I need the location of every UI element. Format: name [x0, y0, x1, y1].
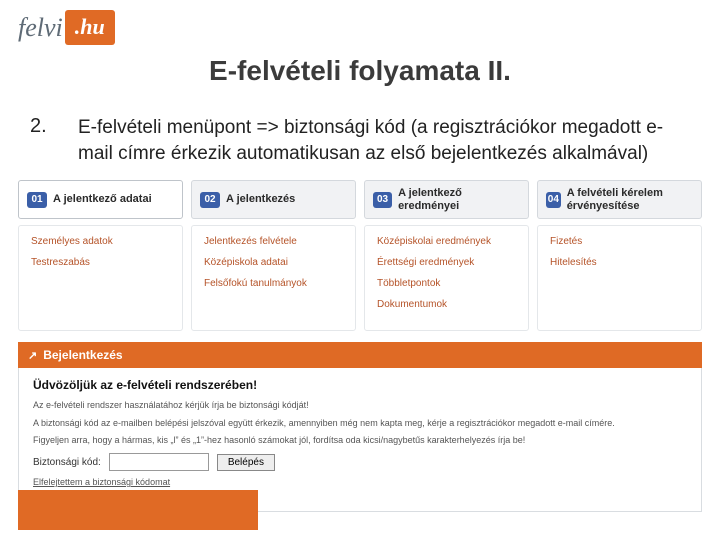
tab-results[interactable]: 03 A jelentkező eredményei — [364, 180, 529, 219]
code-row: Biztonsági kód: Belépés — [33, 453, 687, 471]
tab-application[interactable]: 02 A jelentkezés — [191, 180, 356, 219]
sublink[interactable]: Fizetés — [550, 236, 689, 247]
login-title: Üdvözöljük az e-felvételi rendszerében! — [33, 378, 687, 392]
subtab-columns: Személyes adatok Testreszabás Jelentkezé… — [18, 225, 702, 331]
tab-badge: 01 — [27, 192, 47, 208]
bullet-row: 2. E-felvételi menüpont => biztonsági kó… — [30, 115, 690, 166]
code-label: Biztonsági kód: — [33, 457, 101, 468]
sublink[interactable]: Felsőfokú tanulmányok — [204, 278, 343, 289]
bullet-number: 2. — [30, 115, 60, 166]
tab-badge: 02 — [200, 192, 220, 208]
subcol-3: Középiskolai eredmények Érettségi eredmé… — [364, 225, 529, 331]
logo-word: felvi — [18, 13, 63, 43]
tab-applicant-data[interactable]: 01 A jelentkező adatai — [18, 180, 183, 219]
sublink[interactable]: Középiskola adatai — [204, 257, 343, 268]
arrow-icon: ↗ — [28, 349, 37, 362]
tab-label: A jelentkezés — [226, 193, 295, 206]
tab-badge: 03 — [373, 192, 392, 208]
tabs: 01 A jelentkező adatai 02 A jelentkezés … — [18, 180, 702, 219]
bullet-text: E-felvételi menüpont => biztonsági kód (… — [78, 115, 690, 166]
slide-title: E-felvételi folyamata II. — [0, 55, 720, 87]
logo-suffix: .hu — [65, 10, 115, 45]
login-text-2: A biztonsági kód az e-mailben belépési j… — [33, 418, 687, 430]
sublink[interactable]: Hitelesítés — [550, 257, 689, 268]
subcol-1: Személyes adatok Testreszabás — [18, 225, 183, 331]
footer-accent — [18, 490, 258, 530]
login-text-3: Figyeljen arra, hogy a hármas, kis „l” é… — [33, 435, 687, 447]
sublink[interactable]: Személyes adatok — [31, 236, 170, 247]
tab-label: A jelentkező eredményei — [398, 187, 520, 212]
sublink[interactable]: Dokumentumok — [377, 299, 516, 310]
subcol-4: Fizetés Hitelesítés — [537, 225, 702, 331]
tab-validation[interactable]: 04 A felvételi kérelem érvényesítése — [537, 180, 702, 219]
login-text-1: Az e-felvételi rendszer használatához ké… — [33, 400, 687, 412]
tab-label: A jelentkező adatai — [53, 193, 152, 206]
sublink[interactable]: Többletpontok — [377, 278, 516, 289]
subcol-2: Jelentkezés felvétele Középiskola adatai… — [191, 225, 356, 331]
logo: felvi .hu — [18, 10, 115, 45]
sublink[interactable]: Érettségi eredmények — [377, 257, 516, 268]
submit-button[interactable]: Belépés — [217, 454, 275, 471]
forgot-code-link[interactable]: Elfelejtettem a biztonsági kódomat — [33, 477, 687, 487]
sublink[interactable]: Testreszabás — [31, 257, 170, 268]
login-header-label: Bejelentkezés — [43, 348, 122, 362]
tab-label: A felvételi kérelem érvényesítése — [567, 187, 693, 212]
security-code-input[interactable] — [109, 453, 209, 471]
sublink[interactable]: Középiskolai eredmények — [377, 236, 516, 247]
sublink[interactable]: Jelentkezés felvétele — [204, 236, 343, 247]
login-header: ↗ Bejelentkezés — [18, 342, 702, 368]
tab-badge: 04 — [546, 192, 561, 208]
